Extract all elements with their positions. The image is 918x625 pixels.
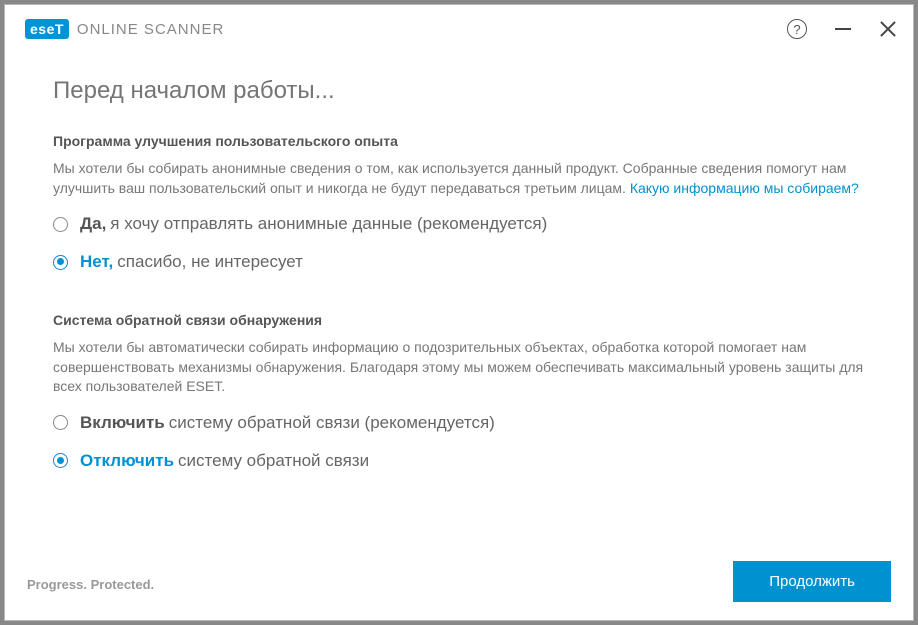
logo-badge: eseT [25,19,69,39]
footer: Progress. Protected. Продолжить [5,553,913,620]
info-link[interactable]: Какую информацию мы собираем? [630,180,859,196]
radio-icon [53,217,68,232]
titlebar: eseT ONLINE SCANNER ? [5,5,913,53]
radio-icon [53,255,68,270]
radio-label-rest: я хочу отправлять анонимные данные (реко… [110,214,547,234]
section2-text: Мы хотели бы автоматически собирать инфо… [53,338,865,397]
tagline: Progress. Protected. [27,577,154,592]
radio-label-rest: систему обратной связи [178,451,369,471]
section-ux-improvement: Программа улучшения пользовательского оп… [53,133,865,272]
help-icon[interactable]: ? [787,19,807,39]
app-window: eseT ONLINE SCANNER ? Перед началом рабо… [4,4,914,621]
radio-icon [53,453,68,468]
radio-label-bold: Включить [80,413,165,433]
radio-yes-anonymous[interactable]: Да, я хочу отправлять анонимные данные (… [53,214,865,234]
continue-button[interactable]: Продолжить [733,561,891,602]
radio-group-anonymous-data: Да, я хочу отправлять анонимные данные (… [53,214,865,272]
radio-label-bold: Отключить [80,451,174,471]
radio-label-bold: Да, [80,214,106,234]
logo-text: ONLINE SCANNER [77,21,224,38]
content: Перед началом работы... Программа улучше… [5,53,913,553]
minimize-icon[interactable] [835,28,851,30]
section1-text: Мы хотели бы собирать анонимные сведения… [53,159,865,198]
section1-title: Программа улучшения пользовательского оп… [53,133,865,149]
radio-enable-feedback[interactable]: Включить систему обратной связи (рекомен… [53,413,865,433]
section2-title: Система обратной связи обнаружения [53,312,865,328]
radio-icon [53,415,68,430]
window-controls: ? [787,19,897,39]
radio-no-anonymous[interactable]: Нет, спасибо, не интересует [53,252,865,272]
page-title: Перед началом работы... [53,77,865,105]
section-feedback-system: Система обратной связи обнаружения Мы хо… [53,312,865,471]
radio-disable-feedback[interactable]: Отключить систему обратной связи [53,451,865,471]
radio-group-feedback: Включить систему обратной связи (рекомен… [53,413,865,471]
radio-label-rest: систему обратной связи (рекомендуется) [169,413,495,433]
radio-label-bold: Нет, [80,252,113,272]
logo: eseT ONLINE SCANNER [25,19,224,39]
close-icon[interactable] [879,20,897,38]
radio-label-rest: спасибо, не интересует [117,252,303,272]
